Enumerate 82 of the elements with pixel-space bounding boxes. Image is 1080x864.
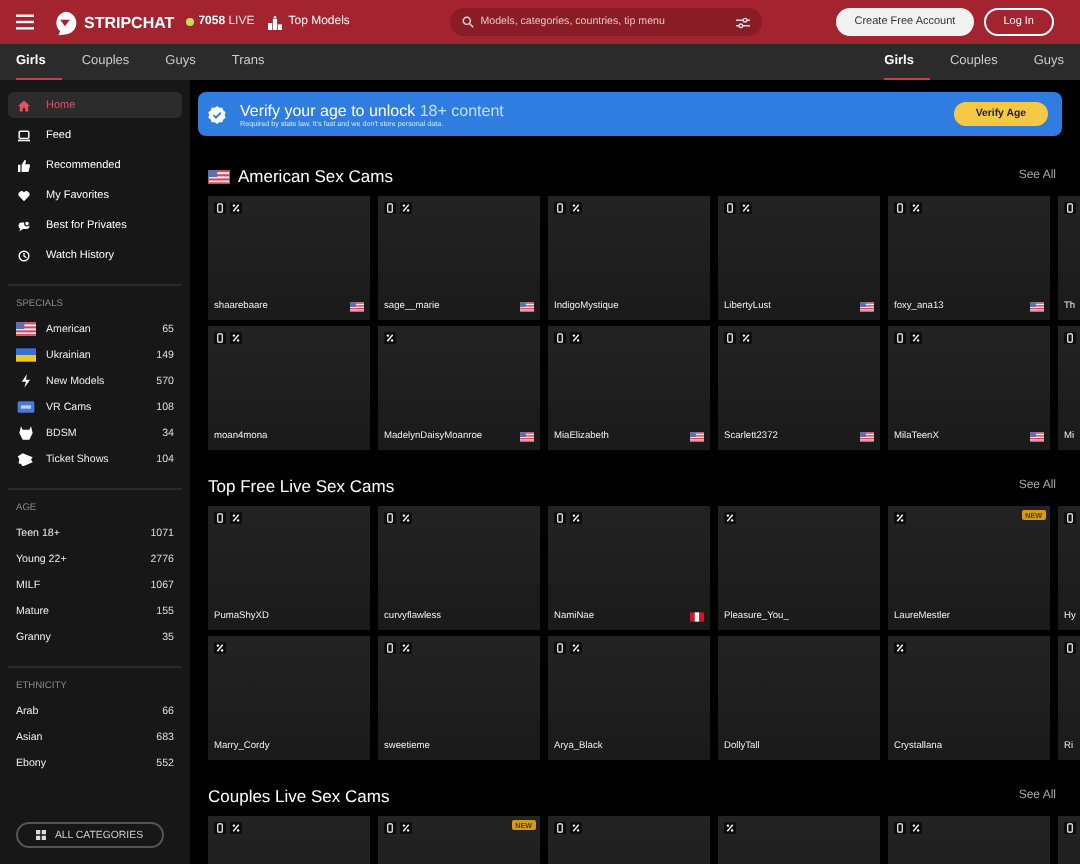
heart-icon <box>18 189 30 201</box>
flag-icon <box>350 302 364 312</box>
phone-icon <box>1064 822 1076 834</box>
grid-icon <box>36 830 47 840</box>
verified-badge-icon <box>208 105 226 123</box>
percent-icon <box>894 512 906 524</box>
percent-icon <box>230 822 242 834</box>
phone-icon <box>214 332 226 344</box>
logo-icon <box>52 9 78 35</box>
phone-icon <box>214 822 226 834</box>
percent-icon <box>570 512 582 524</box>
percent-icon <box>570 202 582 214</box>
section-title: Top Free Live Sex Cams <box>208 476 397 496</box>
bolt-icon <box>16 374 36 388</box>
percent-icon <box>400 642 412 654</box>
banner-title: Verify your age to unlock 18+ content <box>240 101 506 119</box>
percent-icon <box>400 202 412 214</box>
flag-icon <box>1030 432 1044 442</box>
percent-icon <box>400 512 412 524</box>
phone-icon <box>554 822 566 834</box>
percent-icon <box>910 822 922 834</box>
percent-icon <box>230 202 242 214</box>
live-dot-icon <box>186 18 195 26</box>
ticket-icon <box>16 452 36 466</box>
flag-icon <box>860 302 874 312</box>
percent-icon <box>384 332 396 344</box>
flag-icon <box>520 432 534 442</box>
percent-icon <box>214 642 226 654</box>
flag-icon <box>520 302 534 312</box>
phone-icon <box>384 822 396 834</box>
menu-icon[interactable] <box>16 14 34 30</box>
percent-icon <box>740 332 752 344</box>
feed-icon <box>18 129 30 141</box>
phone-icon <box>894 822 906 834</box>
brand-name[interactable]: STRIPCHAT <box>84 13 175 31</box>
percent-icon <box>910 332 922 344</box>
home-icon <box>18 99 30 111</box>
flag-icon <box>16 348 36 362</box>
phone-icon <box>1064 202 1076 214</box>
phone-icon <box>384 512 396 524</box>
flag-icon <box>1030 302 1044 312</box>
filter-icon[interactable] <box>736 15 751 29</box>
search-icon <box>462 16 475 28</box>
phone-icon <box>214 512 226 524</box>
phone-icon <box>1064 642 1076 654</box>
phone-icon <box>384 642 396 654</box>
flag-icon <box>16 322 36 336</box>
flag-icon <box>690 432 704 442</box>
vr-icon <box>16 400 36 414</box>
phone-icon <box>554 512 566 524</box>
flag-icon <box>690 612 704 622</box>
clock-icon <box>18 249 30 261</box>
percent-icon <box>230 512 242 524</box>
mask-icon <box>16 426 36 440</box>
section-title: Couples Live Sex Cams <box>208 786 392 806</box>
podium-icon <box>268 15 283 29</box>
percent-icon <box>570 332 582 344</box>
percent-icon <box>724 822 736 834</box>
chat-icon <box>18 219 30 231</box>
phone-icon <box>554 202 566 214</box>
percent-icon <box>740 202 752 214</box>
thumb-icon <box>18 159 30 171</box>
percent-icon <box>230 332 242 344</box>
phone-icon <box>724 202 736 214</box>
phone-icon <box>384 202 396 214</box>
percent-icon <box>910 202 922 214</box>
phone-icon <box>724 332 736 344</box>
percent-icon <box>570 822 582 834</box>
section-title: American Sex Cams <box>238 166 395 186</box>
percent-icon <box>400 822 412 834</box>
flag-icon <box>208 169 230 183</box>
phone-icon <box>554 642 566 654</box>
phone-icon <box>1064 512 1076 524</box>
phone-icon <box>214 202 226 214</box>
percent-icon <box>724 512 736 524</box>
phone-icon <box>894 202 906 214</box>
percent-icon <box>570 642 582 654</box>
phone-icon <box>1064 332 1076 344</box>
phone-icon <box>894 332 906 344</box>
flag-icon <box>860 432 874 442</box>
percent-icon <box>894 642 906 654</box>
phone-icon <box>554 332 566 344</box>
